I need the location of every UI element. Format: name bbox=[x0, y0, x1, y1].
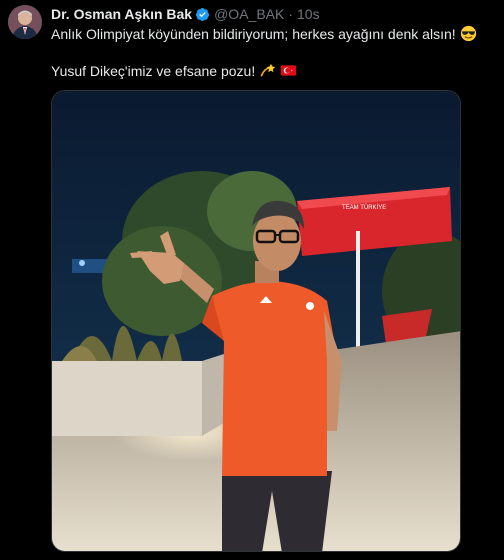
author-name[interactable]: Dr. Osman Aşkın Bak bbox=[51, 6, 192, 22]
timestamp[interactable]: 10s bbox=[297, 6, 320, 22]
separator-dot: · bbox=[288, 6, 294, 22]
avatar-image bbox=[8, 5, 42, 39]
tweet[interactable]: Dr. Osman Aşkın Bak @OA_BAK · 10s Anlık … bbox=[0, 0, 504, 560]
tweet-text: Anlık Olimpiyat köyünden bildiriyorum; h… bbox=[51, 25, 456, 42]
verified-badge-icon bbox=[195, 7, 210, 22]
tweet-photo[interactable]: TEAM TÜRKİYE bbox=[51, 90, 461, 552]
tweet-text-line-1: Anlık Olimpiyat köyünden bildiriyorum; h… bbox=[51, 25, 477, 42]
author-avatar[interactable] bbox=[8, 5, 42, 39]
sunglasses-face-emoji-icon bbox=[460, 25, 477, 42]
umbrella-text: TEAM TÜRKİYE bbox=[342, 204, 386, 211]
dizzy-star-emoji-icon bbox=[259, 62, 276, 79]
tweet-text-line-2: Yusuf Dikeç'imiz ve efsane pozu! bbox=[51, 62, 297, 79]
author-handle[interactable]: @OA_BAK bbox=[214, 6, 284, 22]
tweet-text: Yusuf Dikeç'imiz ve efsane pozu! bbox=[51, 62, 256, 79]
turkey-flag-emoji-icon bbox=[280, 62, 297, 79]
tweet-header: Dr. Osman Aşkın Bak @OA_BAK · 10s bbox=[51, 5, 320, 23]
photo: TEAM TÜRKİYE bbox=[52, 91, 460, 551]
